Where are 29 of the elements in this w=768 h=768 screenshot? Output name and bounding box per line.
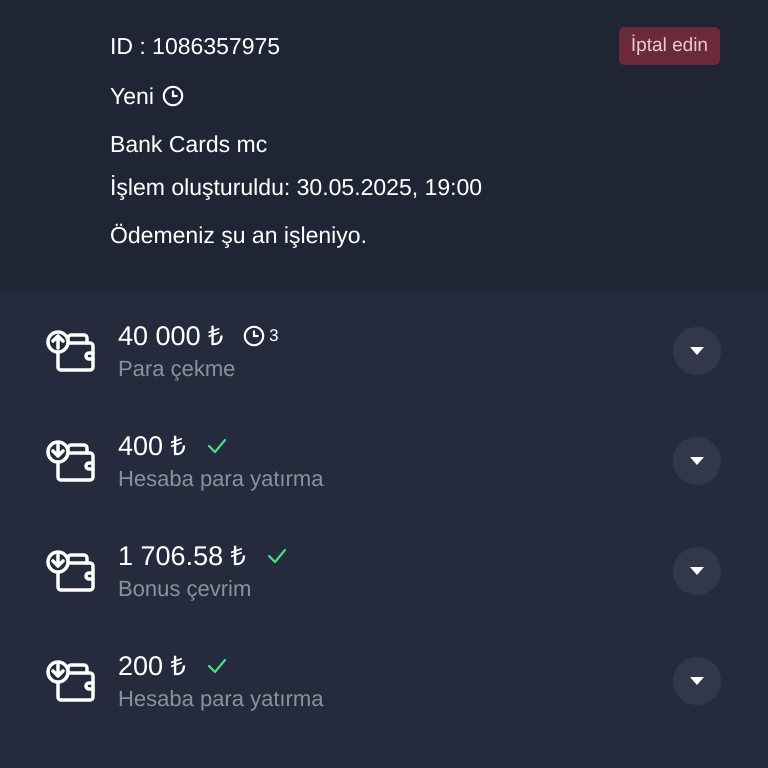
transaction-type: Hesaba para yatırma — [118, 465, 324, 493]
status-message: Ödemeniz şu an işleniyo. — [110, 221, 368, 250]
transaction-type: Bonus çevrim — [118, 575, 252, 603]
wallet-download-icon — [46, 549, 96, 593]
amount: 200 ₺ — [118, 650, 186, 683]
amount: 400 ₺ — [118, 430, 186, 463]
wallet-upload-icon — [46, 329, 96, 373]
amount: 1 706.58 ₺ — [118, 540, 246, 573]
wallet-download-icon — [46, 439, 96, 483]
expand-button[interactable] — [673, 437, 721, 485]
transaction-type: Hesaba para yatırma — [118, 685, 324, 713]
clock-icon — [162, 85, 184, 107]
transaction-id: ID : 1086357975 — [110, 32, 280, 61]
expand-button[interactable] — [673, 657, 721, 705]
status-text: Yeni — [110, 82, 154, 111]
payment-method: Bank Cards mc — [110, 130, 268, 159]
created-date: İşlem oluşturuldu: 30.05.2025, 19:00 — [110, 172, 484, 202]
clock-icon — [243, 325, 266, 347]
caret-icon — [689, 566, 705, 576]
amount: 40 000 ₺ — [118, 320, 224, 353]
caret-icon — [689, 346, 705, 356]
caret-icon — [689, 676, 705, 686]
expand-button[interactable] — [673, 327, 721, 375]
cancel-button[interactable]: İptal edin — [618, 27, 720, 65]
attempt-count: 3 — [269, 325, 279, 348]
expand-button[interactable] — [673, 547, 721, 595]
transaction-type: Para çekme — [118, 355, 236, 383]
wallet-download-icon — [46, 659, 96, 703]
caret-icon — [689, 456, 705, 466]
